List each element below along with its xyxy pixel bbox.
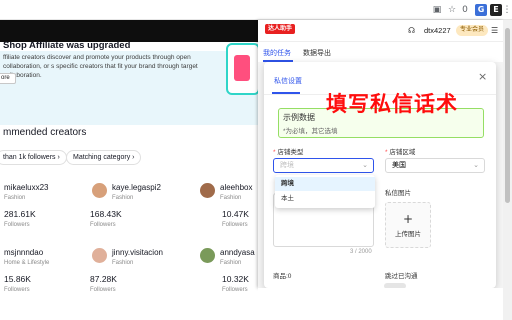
creator-card[interactable]: kaye.legaspi2 Fashion 168.43K Followers	[86, 175, 166, 237]
counter-badge[interactable]: 0	[459, 4, 471, 16]
section-title: mmended creators	[3, 127, 87, 138]
vip-badge[interactable]: 专业会员	[456, 25, 489, 36]
upload-image-button[interactable]: + 上传图片	[385, 202, 431, 248]
star-icon[interactable]: ☆	[446, 4, 458, 16]
notice-title: 示例数据	[283, 113, 315, 122]
followers-label: Followers	[90, 287, 116, 293]
tab-my-tasks[interactable]: 我的任务	[263, 48, 291, 58]
panel-header: 达人助手 ☊ dtx4227 专业会员 ☰	[258, 20, 503, 42]
followers-label: Followers	[4, 287, 30, 293]
creator-followers: 168.43K	[90, 209, 122, 219]
filter-chip-category[interactable]: Matching category ›	[66, 150, 142, 165]
shop-region-select[interactable]: 美国 ⌄	[385, 158, 485, 173]
avatar	[92, 183, 107, 198]
shop-type-placeholder: 跨境	[280, 162, 294, 169]
creator-card[interactable]: mikaeluxx23 Fashion 281.61K Followers	[0, 175, 80, 237]
panel-footer	[258, 288, 503, 320]
creator-handle: anndyasa	[220, 248, 255, 257]
upload-label: 上传图片	[395, 231, 421, 238]
tab-message-settings[interactable]: 私信设置	[274, 76, 302, 86]
creator-followers: 87.28K	[90, 274, 117, 284]
creator-card[interactable]: aleehbox Fashion 10.47K Followers	[194, 175, 258, 237]
creator-category: Home & Lifestyle	[4, 260, 50, 266]
shop-type-select[interactable]: 跨境 ⌄	[273, 158, 374, 173]
more-menu-icon[interactable]: ⋮	[501, 4, 512, 16]
close-icon[interactable]: ×	[478, 70, 487, 83]
extension-logo: 达人助手	[265, 24, 295, 34]
camera-icon[interactable]: ▣	[431, 4, 443, 16]
creator-card[interactable]: jinny.visitacion Fashion 87.28K Follower…	[86, 240, 166, 302]
image-label: 私信图片	[385, 190, 411, 197]
banner-learn-more-button[interactable]: ore	[0, 73, 16, 84]
avatar	[200, 183, 215, 198]
instruction-overlay-text: 填写私信话术	[326, 92, 458, 116]
banner-illustration	[226, 43, 260, 95]
notice-subtitle: *为必填，其它选填	[283, 128, 338, 135]
dropdown-option-local[interactable]: 本土	[275, 192, 375, 206]
product-count-label: 商品:0	[273, 273, 292, 280]
headset-icon[interactable]: ☊	[408, 26, 415, 35]
creator-category: Fashion	[4, 195, 26, 201]
shop-type-dropdown: 跨境 本土	[275, 175, 375, 208]
creator-handle: mikaeluxx23	[4, 183, 49, 192]
shop-region-value: 美国	[392, 162, 406, 169]
creator-followers: 15.86K	[4, 274, 31, 284]
followers-label: Followers	[90, 222, 116, 228]
username[interactable]: dtx4227	[424, 26, 451, 35]
followers-label: Followers	[4, 222, 30, 228]
shop-region-label-text: 店铺区域	[389, 149, 416, 156]
banner-title: Shop Affiliate was upgraded	[3, 40, 131, 51]
tab-data-export[interactable]: 数据导出	[303, 48, 331, 58]
filter-chip-followers[interactable]: than 1k followers ›	[0, 150, 67, 165]
creator-category: Fashion	[112, 195, 134, 201]
followers-label: Followers	[222, 222, 248, 228]
page-header-bar	[0, 20, 258, 42]
creator-card[interactable]: msjnnndao Home & Lifestyle 15.86K Follow…	[0, 240, 80, 302]
menu-icon[interactable]: ☰	[491, 26, 498, 35]
shop-type-label-text: 店铺类型	[277, 149, 304, 156]
browser-toolbar: ▣ ☆ 0 G E ⋮	[0, 0, 512, 20]
creator-followers: 10.47K	[222, 209, 249, 219]
shop-region-label: * 店铺区域	[385, 149, 416, 156]
avatar	[92, 248, 107, 263]
creator-handle: kaye.legaspi2	[112, 183, 161, 192]
translate-extension-icon[interactable]: G	[475, 4, 487, 16]
scrollbar-thumb[interactable]	[505, 28, 510, 203]
shop-type-label: * 店铺类型	[273, 149, 304, 156]
creator-handle: aleehbox	[220, 183, 253, 192]
creator-handle: msjnnndao	[4, 248, 44, 257]
creator-followers: 10.32K	[222, 274, 249, 284]
skip-contacted-label: 跳过已沟通	[385, 273, 418, 280]
chevron-down-icon: ⌄	[362, 161, 368, 169]
panel-tabs: 我的任务 数据导出	[258, 42, 503, 62]
avatar	[200, 248, 215, 263]
creator-category: Fashion	[112, 260, 134, 266]
creator-handle: jinny.visitacion	[112, 248, 163, 257]
creator-followers: 281.61K	[4, 209, 36, 219]
chevron-down-icon: ⌄	[473, 161, 479, 169]
plus-icon: +	[402, 212, 414, 226]
creator-category: Fashion	[220, 195, 242, 201]
message-char-count: 3 / 2000	[350, 249, 372, 255]
dropdown-option-crossborder[interactable]: 跨境	[275, 177, 375, 191]
banner-description: ffiliate creators discover and promote y…	[3, 54, 198, 79]
creator-card[interactable]: anndyasa Fashion 10.32K Followers	[194, 240, 258, 302]
followers-label: Followers	[222, 287, 248, 293]
creator-category: Fashion	[220, 260, 242, 266]
